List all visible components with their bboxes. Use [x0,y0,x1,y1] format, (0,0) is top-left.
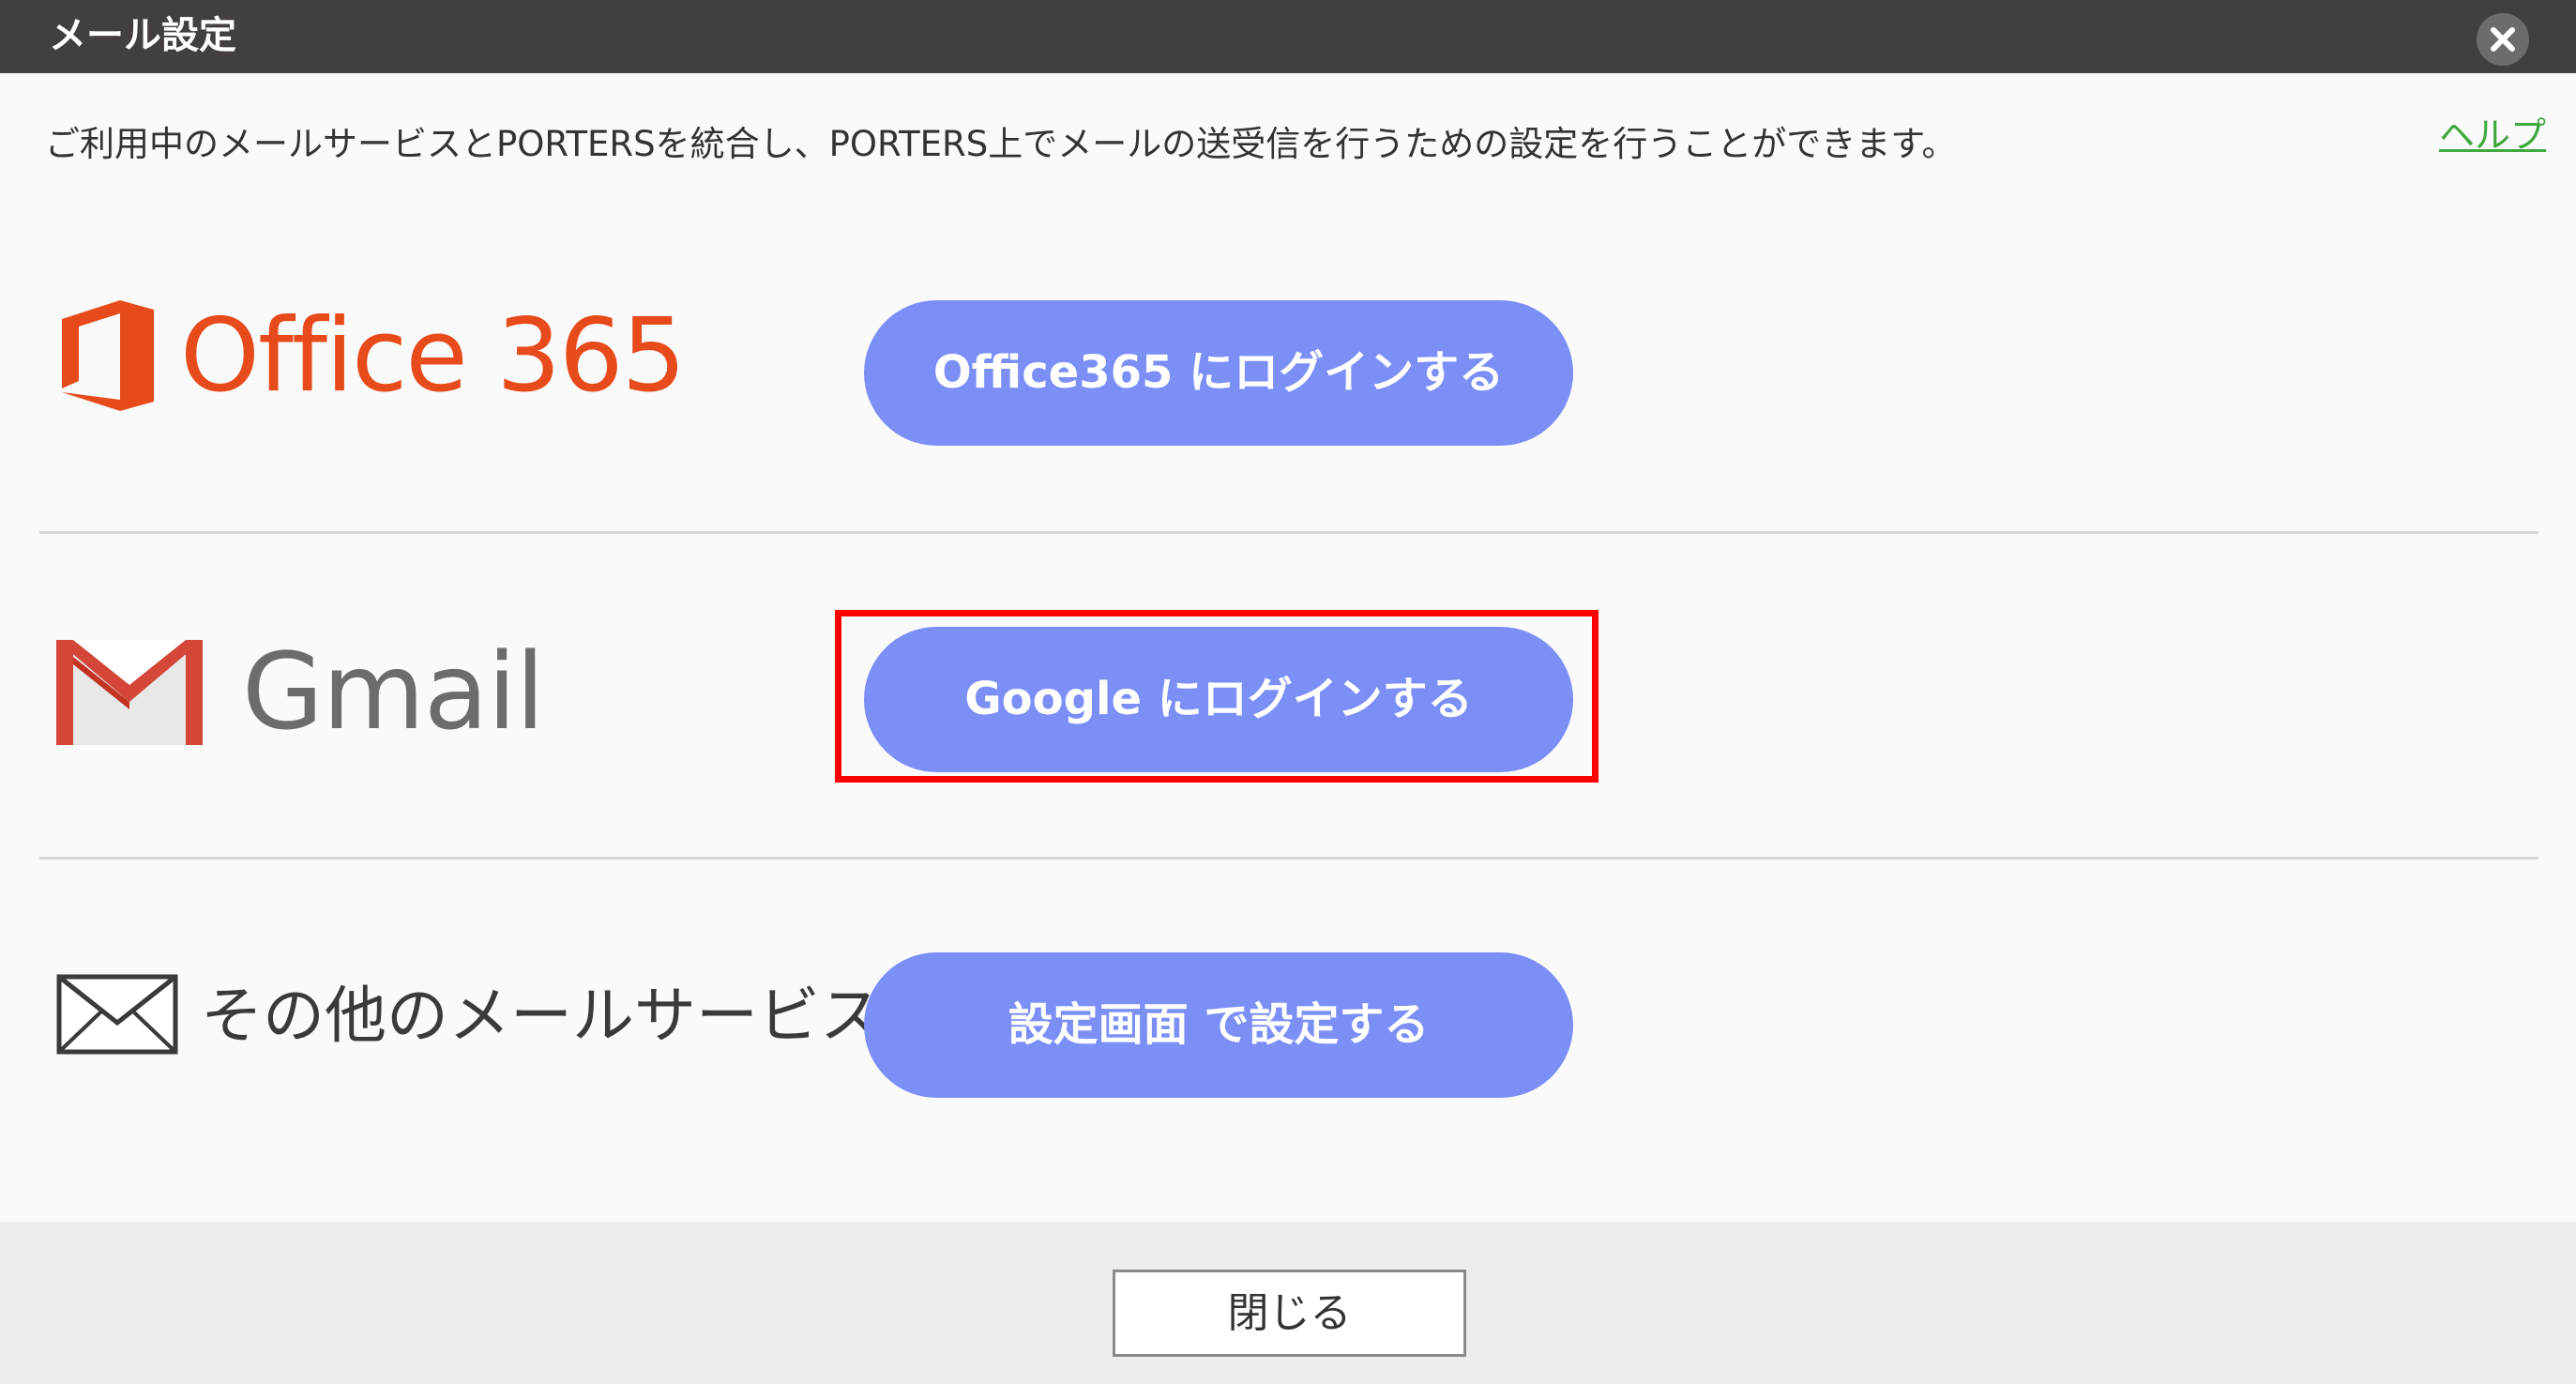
office365-logo-text: Office 365 [180,297,686,415]
office365-logo-icon [62,300,154,411]
dialog-description: ご利用中のメールサービスとPORTERSを統合し、PORTERS上でメールの送受… [45,124,1957,164]
office365-login-button[interactable]: Office365 にログインする [864,300,1573,446]
envelope-icon [56,974,178,1055]
close-icon[interactable] [2477,13,2529,66]
close-button[interactable]: 閉じる [1113,1270,1466,1357]
help-link[interactable]: ヘルプ [2439,109,2546,161]
gmail-logo-icon [56,640,203,745]
dialog-title: メール設定 [49,14,236,57]
gmail-logo-text: Gmail [242,631,545,753]
divider [39,857,2538,859]
settings-screen-button[interactable]: 設定画面 で設定する [864,952,1573,1098]
dialog-titlebar: メール設定 [0,0,2576,73]
mail-settings-dialog: メール設定 ご利用中のメールサービスとPORTERSを統合し、PORTERS上で… [0,0,2576,1384]
other-mail-service-label: その他のメールサービス [201,980,882,1052]
divider [39,531,2538,534]
highlight-frame [835,610,1599,783]
